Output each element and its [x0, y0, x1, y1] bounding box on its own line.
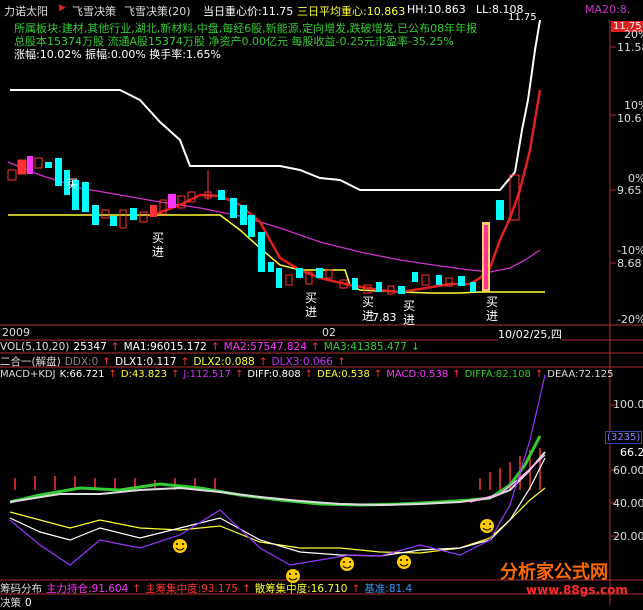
kline-chart[interactable]: 买 进 买 进 买 进 买 进 买 进 买 — [0, 0, 643, 605]
macd-current-value: 66.29 — [620, 446, 643, 459]
year-label: 2009 — [2, 326, 30, 339]
axis-pct-2: 10% — [624, 99, 643, 112]
macd-axis-1: 100.00 — [613, 398, 643, 411]
svg-text:进: 进 — [305, 305, 317, 319]
svg-text:进: 进 — [486, 309, 498, 323]
buy-signal-4: 买 — [403, 299, 415, 313]
buy-signal-1: 买 — [152, 231, 164, 245]
unwind-row: 二合一(解盘) DDX:0 ↑ DLX1:0.117 ↑ DLX2:0.088 ↑ DLX3:… — [0, 356, 346, 368]
macd-axis-3: 60.00 — [613, 464, 643, 477]
buy-signal-2: 买 — [305, 291, 317, 305]
low-price-label: 7.83 — [372, 311, 397, 324]
svg-text:买: 买 — [66, 177, 78, 191]
buy-signal-3: 买 — [362, 295, 374, 309]
cursor-date: 10/02/25,四 — [498, 326, 562, 342]
macd-kdj-row: MACD+KDJ K:66.721 ↑ D:43.823 ↑ J:112.517 ↑ DIFF… — [0, 369, 614, 380]
watermark-url: www.88gs.com — [526, 583, 628, 597]
chip-row: 筹码分布 主力持仓:91.604 ↑ 主筹集中度:93.175 ↑ 散筹集中度:16.71… — [0, 583, 413, 595]
axis-pct-4: -10% — [617, 244, 643, 257]
svg-text:进: 进 — [152, 245, 164, 259]
month-label: 02 — [322, 326, 336, 339]
watermark-logo: 分析家公式网 — [500, 562, 608, 583]
macd-axis-5: 20.00 — [613, 530, 643, 543]
vol-row: VOL(5,10,20) 25347 ↑ MA1:96015.172 ↑ MA2:5754… — [0, 341, 420, 353]
buy-signal-5: 买 — [486, 295, 498, 309]
macd-axis-4: 40.00 — [613, 497, 643, 510]
axis-pct-5: -20% — [617, 313, 643, 326]
axis-price-4: 8.68 — [617, 257, 642, 270]
axis-pct-1: 20% — [624, 28, 643, 41]
axis-price-2: 10.61 — [617, 112, 643, 125]
peak-label: 11.75 — [508, 12, 537, 23]
svg-text:进: 进 — [403, 313, 415, 327]
axis-price-3: 9.65 — [617, 184, 642, 197]
decision-row: 决策 0 — [0, 597, 32, 609]
axis-pct-3: 0% — [628, 172, 643, 185]
macd-box-value: (3235) — [605, 431, 643, 444]
axis-price-1: 11.58 — [617, 41, 643, 54]
